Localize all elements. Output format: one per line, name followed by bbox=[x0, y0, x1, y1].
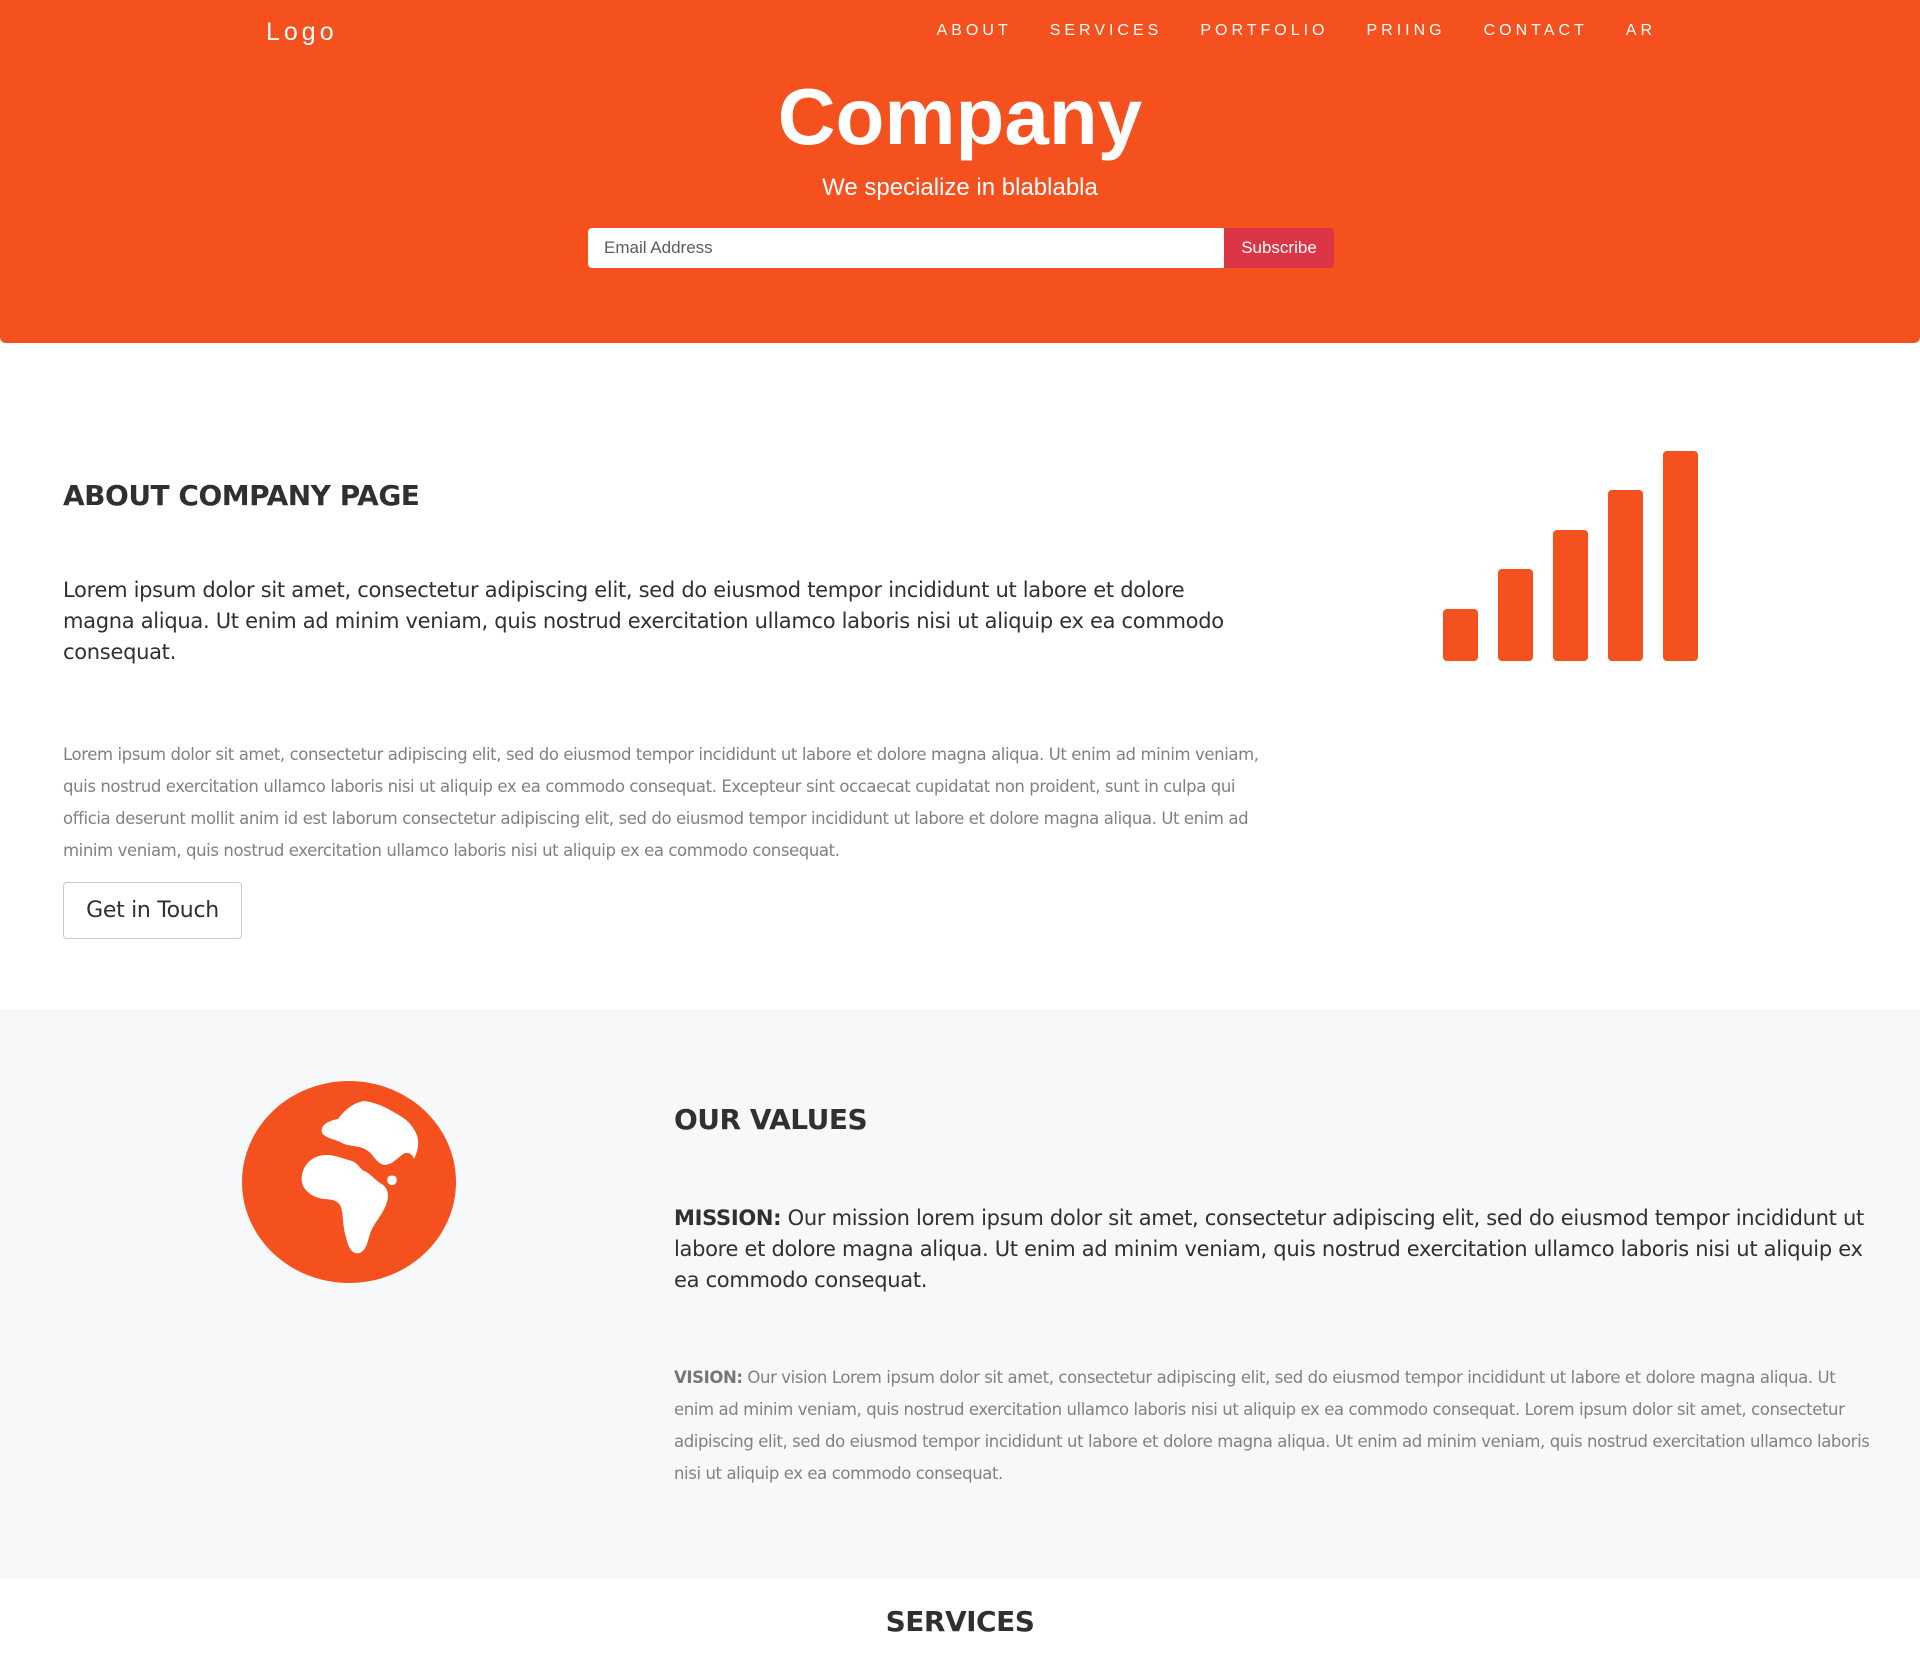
nav-item-contact[interactable]: CONTACT bbox=[1484, 20, 1588, 42]
about-section: ABOUT COMPANY PAGE Lorem ipsum dolor sit… bbox=[0, 343, 1920, 1009]
vision-label: VISION: bbox=[674, 1368, 743, 1387]
mission-text: Our mission lorem ipsum dolor sit amet, … bbox=[674, 1206, 1864, 1292]
values-section: OUR VALUES MISSION: Our mission lorem ip… bbox=[0, 1009, 1920, 1579]
email-input[interactable] bbox=[588, 228, 1224, 268]
nav-item-ar[interactable]: AR bbox=[1626, 20, 1656, 42]
values-title: OUR VALUES bbox=[674, 1103, 868, 1136]
hero-title: Company bbox=[777, 72, 1143, 161]
nav-item-portfolio[interactable]: PORTFOLIO bbox=[1200, 20, 1328, 42]
subscribe-form: Subscribe bbox=[588, 228, 1334, 268]
mission-paragraph: MISSION: Our mission lorem ipsum dolor s… bbox=[674, 1203, 1864, 1296]
hero-subtitle: We specialize in blablabla bbox=[822, 174, 1098, 201]
main-nav: ABOUT SERVICES PORTFOLIO PRIING CONTACT … bbox=[899, 20, 1656, 42]
vision-paragraph: VISION: Our vision Lorem ipsum dolor sit… bbox=[674, 1362, 1874, 1490]
subscribe-button[interactable]: Subscribe bbox=[1224, 228, 1334, 268]
about-lead-text: Lorem ipsum dolor sit amet, consectetur … bbox=[63, 578, 1224, 664]
vision-text: Our vision Lorem ipsum dolor sit amet, c… bbox=[674, 1368, 1870, 1483]
mission-label: MISSION: bbox=[674, 1206, 782, 1230]
about-title: ABOUT COMPANY PAGE bbox=[63, 479, 420, 512]
logo-link[interactable]: Logo bbox=[266, 15, 338, 49]
signal-icon bbox=[1443, 451, 1698, 661]
nav-item-services[interactable]: SERVICES bbox=[1050, 20, 1163, 42]
get-in-touch-button[interactable]: Get in Touch bbox=[63, 882, 242, 939]
about-body-text: Lorem ipsum dolor sit amet, consectetur … bbox=[63, 745, 1259, 860]
hero-header: Logo ABOUT SERVICES PORTFOLIO PRIING CON… bbox=[0, 0, 1920, 343]
nav-item-about[interactable]: ABOUT bbox=[937, 20, 1012, 42]
nav-item-pricing[interactable]: PRIING bbox=[1367, 20, 1446, 42]
services-title: SERVICES bbox=[885, 1605, 1035, 1638]
globe-icon bbox=[242, 1081, 456, 1283]
